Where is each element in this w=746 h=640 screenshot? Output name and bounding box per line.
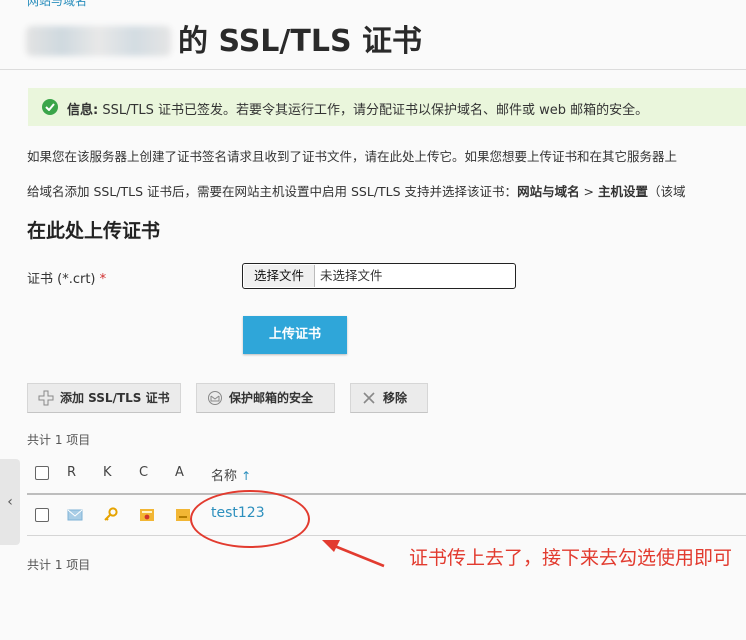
mail-icon [67,509,83,521]
breadcrumb[interactable]: 网站与域名 [27,0,87,9]
domain-name-redacted [26,26,171,56]
upload-heading: 在此处上传证书 [27,220,161,242]
secure-mail-button[interactable]: 保护邮箱的安全 [196,383,335,413]
table-header-divider [27,493,746,495]
upload-certificate-button[interactable]: 上传证书 [243,316,347,354]
add-certificate-button[interactable]: 添加 SSL/TLS 证书 [27,383,181,413]
remove-x-icon [363,392,375,404]
certificate-label-text: 证书 (*.crt) [27,272,96,287]
certificate-icon [140,509,154,521]
sort-ascending-icon: ↑ [241,469,252,483]
description-hosting: 给域名添加 SSL/TLS 证书后，需要在网站主机设置中启用 SSL/TLS 支… [27,181,686,200]
path-hosting-settings: 主机设置 [598,184,649,199]
file-name-text: 未选择文件 [320,268,383,283]
info-body: SSL/TLS 证书已签发。若要令其运行工作，请分配证书以保护域名、邮件或 we… [102,103,649,118]
description-upload: 如果您在该服务器上创建了证书签名请求且收到了证书文件，请在此处上传它。如果您想要… [27,149,678,164]
column-k[interactable]: K [103,465,112,480]
choose-file-button[interactable]: 选择文件 [244,265,315,287]
select-all-checkbox[interactable] [35,466,49,480]
path-websites: 网站与域名 [517,184,580,199]
info-label: 信息: [67,103,99,118]
info-message: 信息: SSL/TLS 证书已签发。若要令其运行工作，请分配证书以保护域名、邮件… [28,88,746,126]
remove-button[interactable]: 移除 [350,383,428,413]
column-name[interactable]: 名称 ↑ [211,465,251,484]
path-separator: > [579,184,598,199]
required-mark: * [99,272,107,287]
certificate-file-input[interactable]: 选择文件 未选择文件 [242,263,516,289]
ca-icon [176,509,190,521]
item-count-bottom: 共计 1 项目 [27,558,91,572]
add-certificate-label: 添加 SSL/TLS 证书 [60,391,170,405]
description-suffix: （该域 [648,184,686,199]
item-count-top: 共计 1 项目 [27,433,91,447]
remove-label: 移除 [383,391,408,405]
row-checkbox[interactable] [35,508,49,522]
key-icon [104,507,118,521]
certificate-field-label: 证书 (*.crt) * [27,268,106,287]
secure-mail-label: 保护邮箱的安全 [229,391,314,405]
annotation-arrow-icon [322,540,385,568]
annotation-highlight-circle [190,490,310,548]
annotation-note: 证书传上去了，接下来去勾选使用即可 [409,547,733,569]
shield-mail-icon [208,391,222,405]
column-c[interactable]: C [139,465,148,480]
plus-icon [38,390,54,406]
column-name-label: 名称 [211,469,238,484]
header-divider [0,69,746,70]
description-prefix: 给域名添加 SSL/TLS 证书后，需要在网站主机设置中启用 SSL/TLS 支… [27,184,518,199]
page-title: 的 SSL/TLS 证书 [178,24,423,59]
column-a[interactable]: A [175,465,184,480]
sidebar-collapse-toggle[interactable]: ‹ [0,459,20,545]
info-text: 信息: SSL/TLS 证书已签发。若要令其运行工作，请分配证书以保护域名、邮件… [67,99,648,118]
check-circle-icon [42,99,58,115]
column-r[interactable]: R [67,465,76,480]
